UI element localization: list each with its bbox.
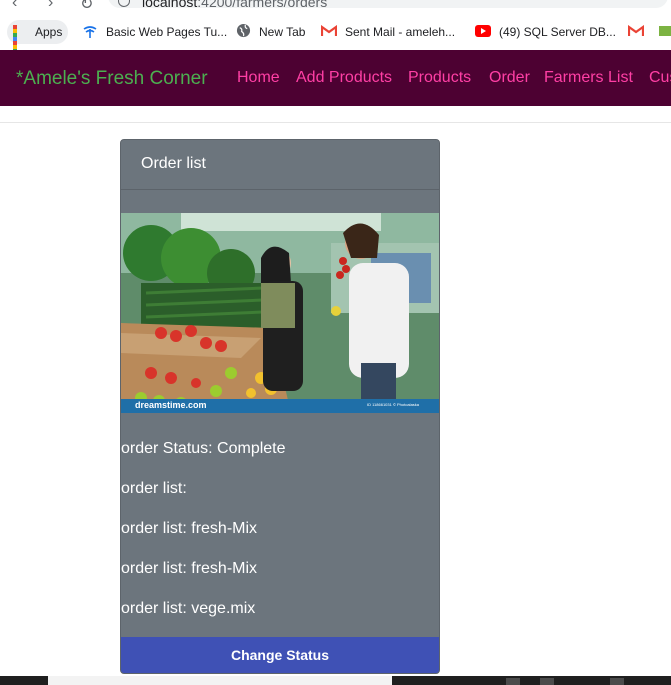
gmail-icon: [320, 24, 338, 40]
bookmark-label: Basic Web Pages Tu...: [106, 25, 228, 39]
bookmark-extra[interactable]: [659, 20, 671, 44]
bookmark-label: Sent Mail - ameleh...: [345, 25, 456, 39]
back-icon[interactable]: ‹: [12, 0, 17, 12]
reload-icon[interactable]: ↻: [80, 0, 93, 14]
forward-icon[interactable]: ›: [48, 0, 53, 12]
order-list-line: order list: fresh-Mix: [121, 560, 258, 577]
order-status: order Status: Complete: [121, 440, 286, 457]
bookmark-gmail[interactable]: [627, 20, 652, 44]
nav-link-customers[interactable]: Cus: [649, 69, 671, 87]
bookmark-logo-icon: [659, 24, 671, 41]
address-text[interactable]: localhost:4200/farmers/orders: [142, 0, 327, 10]
card-title: Order list: [141, 155, 206, 172]
nav-link-order[interactable]: Order: [489, 69, 530, 87]
image-watermark: dreamstime.com: [135, 400, 207, 410]
url-path: :4200/farmers/orders: [197, 0, 328, 10]
order-list-line: order list: vege.mix: [121, 600, 256, 617]
nav-link-farmers-list[interactable]: Farmers List: [544, 69, 633, 87]
taskbar-app-icon[interactable]: [540, 678, 554, 685]
globe-icon: [236, 23, 251, 41]
taskbar-app-icon[interactable]: [610, 678, 624, 685]
youtube-icon: [475, 24, 491, 40]
taskbar: [0, 676, 671, 685]
bookmark-new-tab[interactable]: New Tab: [236, 20, 305, 44]
bookmark-sent-mail[interactable]: Sent Mail - ameleh...: [320, 20, 456, 44]
bookmarks-bar: Apps Basic Web Pages Tu... New Tab Sent …: [0, 14, 671, 61]
taskbar-search-box[interactable]: [48, 676, 392, 685]
bookmark-basic-web-pages[interactable]: Basic Web Pages Tu...: [82, 20, 227, 44]
app-navbar: *Amele's Fresh Corner Home Add Products …: [0, 50, 671, 106]
apps-grid-icon: [13, 25, 27, 61]
order-card: Order list dreamstime.com ID 118661031 ©…: [120, 139, 440, 674]
bookmark-logo-icon: [82, 23, 98, 42]
bookmark-label: (49) SQL Server DB...: [499, 25, 616, 39]
card-header: Order list: [121, 140, 439, 190]
nav-link-products[interactable]: Products: [408, 69, 471, 87]
order-list-line: order list: fresh-Mix: [121, 520, 258, 537]
taskbar-app-icon[interactable]: [506, 678, 520, 685]
nav-link-home[interactable]: Home: [237, 69, 280, 87]
gmail-icon: [627, 24, 645, 40]
bookmark-label: New Tab: [259, 25, 306, 39]
nav-link-add-products[interactable]: Add Products: [296, 69, 392, 87]
change-status-button[interactable]: Change Status: [121, 637, 439, 673]
bookmark-sql-server[interactable]: (49) SQL Server DB...: [475, 20, 616, 44]
order-list-line: order list:: [121, 480, 187, 497]
image-credit: ID 118661031 © Photoalaska: [367, 402, 420, 407]
bookmark-label: Apps: [35, 25, 63, 39]
browser-address-strip: ‹ › ↻ localhost:4200/farmers/orders: [0, 0, 671, 14]
brand-title[interactable]: *Amele's Fresh Corner: [16, 68, 208, 90]
url-host: localhost: [142, 0, 198, 10]
bookmark-apps[interactable]: Apps: [7, 20, 69, 61]
header-divider: [0, 122, 671, 123]
produce-photo: dreamstime.com ID 118661031 © Photoalask…: [121, 213, 439, 413]
